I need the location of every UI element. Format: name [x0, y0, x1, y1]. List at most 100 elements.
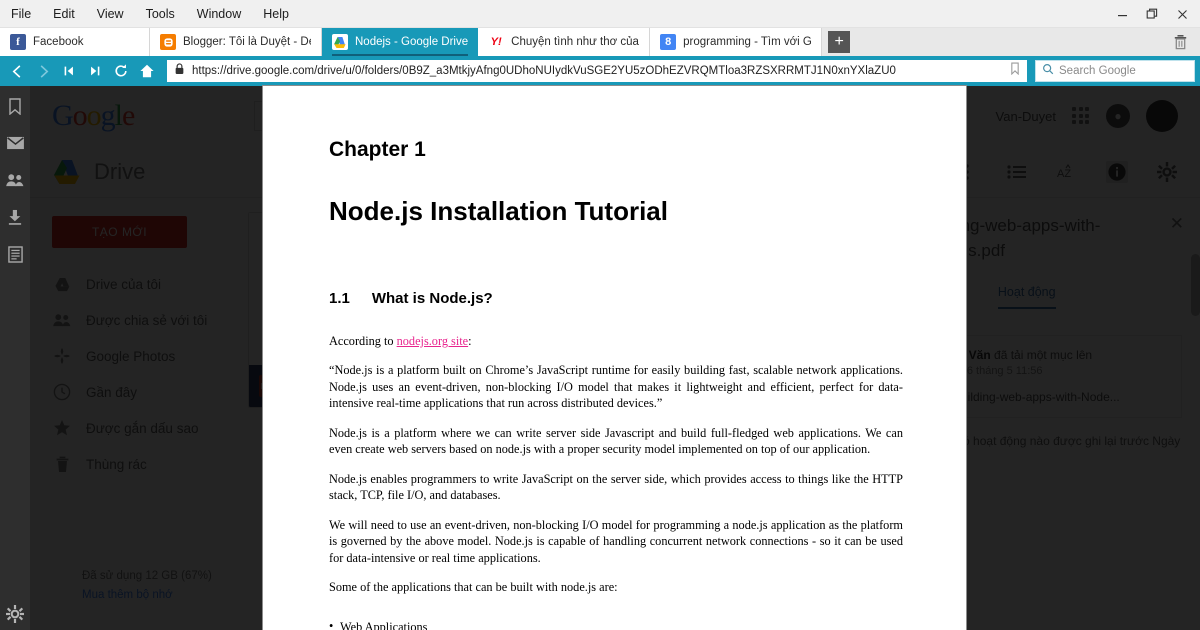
pdf-lead-paragraph: According to nodejs.org site:: [329, 333, 903, 349]
account-area: Van-Duyet ●: [996, 100, 1178, 132]
pdf-paragraph: “Node.js is a platform built on Chrome’s…: [329, 363, 903, 411]
google-logo: Google: [52, 99, 135, 132]
drive-sidebar: TẠO MỚI Drive của tôi Được chia sẻ với t…: [30, 198, 230, 630]
sidebar-item-label: Được chia sẻ với tôi: [86, 312, 208, 328]
menu-item-window[interactable]: Window: [186, 2, 252, 26]
pdf-section-heading: 1.1 What is Node.js?: [329, 290, 903, 307]
navigation-bar: https://drive.google.com/drive/u/0/folde…: [0, 56, 1200, 86]
star-icon: [52, 418, 72, 438]
google-drive-icon: [332, 34, 348, 50]
last-page-button[interactable]: [83, 59, 107, 83]
new-button[interactable]: TẠO MỚI: [52, 216, 187, 248]
sidebar-item-label: Gần đây: [86, 384, 138, 400]
home-button[interactable]: [135, 59, 159, 83]
pdf-paragraph: Node.js is a platform where we can write…: [329, 425, 903, 457]
sidebar-item-label: Thùng rác: [86, 456, 147, 472]
sort-az-icon[interactable]: AZ: [1056, 161, 1078, 183]
close-button[interactable]: [1168, 3, 1196, 25]
activity-line: Duyệt Văn đã tải một mục lên: [932, 348, 1169, 362]
buy-storage-link[interactable]: Mua thêm bộ nhớ: [82, 586, 212, 606]
apps-grid-icon[interactable]: [1072, 107, 1090, 125]
menu-item-help[interactable]: Help: [252, 2, 300, 26]
account-name: Van-Duyet: [995, 108, 1056, 124]
minimize-button[interactable]: [1108, 3, 1136, 25]
tab-label: Blogger: Tôi là Duyệt - Deve: [183, 36, 311, 48]
tab-chuyen-tinh[interactable]: Y! Chuyện tình như thơ của cô: [478, 28, 651, 56]
sidebar-item-shared-with-me[interactable]: Được chia sẻ với tôi: [52, 302, 230, 338]
mail-icon[interactable]: [5, 133, 25, 153]
menu-item-tools[interactable]: Tools: [135, 2, 186, 26]
search-input[interactable]: Search Google: [1035, 60, 1195, 82]
drive-icon: [52, 274, 72, 294]
url-text: https://drive.google.com/drive/u/0/folde…: [192, 65, 896, 77]
pdf-lead-prefix: According to: [329, 334, 397, 348]
new-tab-button[interactable]: +: [828, 31, 851, 53]
menu-item-file[interactable]: File: [0, 2, 42, 26]
sidebar-item-label: Được gắn dấu sao: [86, 420, 199, 436]
shared-icon: [52, 310, 72, 330]
avatar[interactable]: [1146, 100, 1178, 132]
menu-item-edit[interactable]: Edit: [42, 2, 86, 26]
reload-button[interactable]: [109, 59, 133, 83]
sidebar-item-recent[interactable]: Gần đây: [52, 374, 230, 410]
bookmark-icon[interactable]: [5, 96, 25, 116]
pdf-paragraph: We will need to use an event-driven, non…: [329, 517, 903, 565]
notifications-bell-icon[interactable]: ●: [1106, 104, 1130, 128]
search-icon: [1042, 62, 1054, 80]
photos-icon: [52, 346, 72, 366]
drive-nav-list: Drive của tôi Được chia sẻ với tôi Googl…: [52, 266, 230, 482]
google-icon: 8: [660, 34, 677, 50]
sidebar-item-my-drive[interactable]: Drive của tôi: [52, 266, 230, 302]
drive-view-toolbar: AZ: [956, 160, 1178, 183]
bookmark-page-icon[interactable]: [1010, 62, 1020, 80]
pdf-chapter-heading: Chapter 1: [329, 138, 426, 161]
tab-label: Chuyện tình như thơ của cô: [511, 36, 639, 48]
window-controls: [1106, 0, 1196, 28]
close-icon[interactable]: ✕: [1170, 214, 1184, 234]
tab-label: Facebook: [33, 36, 84, 48]
tab-label: programming - Tìm với Goo: [683, 36, 812, 48]
back-button[interactable]: [5, 59, 29, 83]
notes-icon[interactable]: [5, 244, 25, 264]
settings-gear-icon[interactable]: [5, 604, 25, 624]
menu-item-view[interactable]: View: [86, 2, 135, 26]
yahoo-icon: Y!: [488, 34, 505, 50]
list-view-icon[interactable]: [1006, 161, 1028, 183]
sidebar-item-trash[interactable]: Thùng rác: [52, 446, 230, 482]
side-toolbar: [0, 86, 30, 630]
tab-nodejs-google-drive[interactable]: Nodejs - Google Drive: [322, 28, 479, 56]
contacts-icon[interactable]: [5, 170, 25, 190]
forward-button[interactable]: [31, 59, 55, 83]
activity-file-name: Building-web-apps-with-Node...: [953, 390, 1120, 405]
sidebar-item-google-photos[interactable]: Google Photos: [52, 338, 230, 374]
search-placeholder: Search Google: [1059, 65, 1136, 77]
maximize-button[interactable]: [1138, 3, 1166, 25]
storage-used-text: Đã sử dụng 12 GB (67%): [82, 569, 212, 582]
list-item: Web Applications: [329, 619, 903, 630]
trash-icon[interactable]: [1168, 30, 1192, 54]
blogger-icon: [160, 34, 176, 50]
sidebar-item-label: Google Photos: [86, 348, 176, 364]
address-bar[interactable]: https://drive.google.com/drive/u/0/folde…: [167, 60, 1027, 82]
first-page-button[interactable]: [57, 59, 81, 83]
pdf-paragraph: Some of the applications that can be bui…: [329, 580, 618, 595]
google-drive-icon: [52, 159, 82, 185]
downloads-icon[interactable]: [5, 207, 25, 227]
trash-icon: [52, 454, 72, 474]
sidebar-item-label: Drive của tôi: [86, 276, 162, 292]
activity-file-row[interactable]: Building-web-apps-with-Node...: [932, 389, 1169, 406]
facebook-icon: f: [10, 34, 26, 50]
recent-clock-icon: [52, 382, 72, 402]
nodejs-org-link[interactable]: nodejs.org site: [397, 334, 469, 348]
settings-gear-icon[interactable]: [1156, 161, 1178, 183]
tab-facebook[interactable]: f Facebook: [0, 28, 150, 56]
tab-programming-search[interactable]: 8 programming - Tìm với Goo: [650, 28, 823, 56]
pdf-lead-suffix: :: [468, 334, 472, 348]
pdf-section-title: What is Node.js?: [371, 290, 493, 307]
tab-strip: f Facebook Blogger: Tôi là Duyệt - Deve …: [0, 28, 1200, 56]
tab-blogger[interactable]: Blogger: Tôi là Duyệt - Deve: [150, 28, 322, 56]
scrollbar-thumb[interactable]: [1191, 254, 1200, 316]
tab-activity[interactable]: Hoạt động: [997, 285, 1056, 310]
details-info-icon[interactable]: [1106, 160, 1128, 183]
sidebar-item-starred[interactable]: Được gắn dấu sao: [52, 410, 230, 446]
